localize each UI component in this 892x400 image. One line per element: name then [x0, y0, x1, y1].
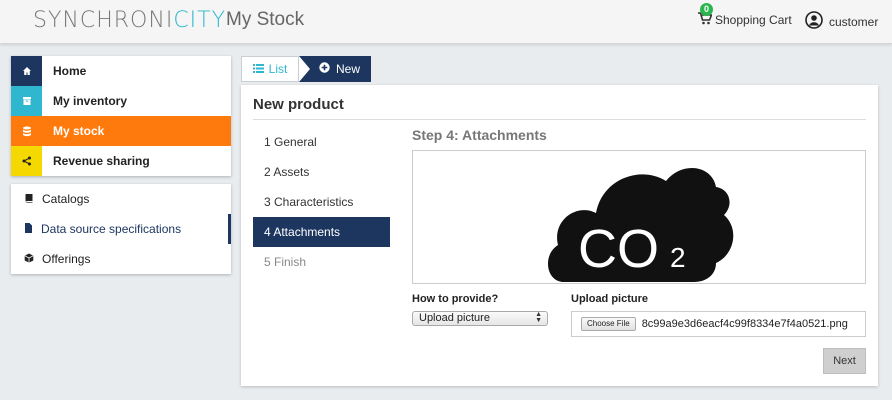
- step-assets[interactable]: 2 Assets: [253, 157, 390, 187]
- step-general[interactable]: 1 General: [253, 127, 390, 157]
- app-title: My Stock: [226, 9, 305, 30]
- home-icon: [11, 56, 42, 86]
- cart-label: Shopping Cart: [715, 13, 792, 27]
- sidebar-item-label: Revenue sharing: [53, 154, 150, 168]
- svg-text:2: 2: [670, 242, 686, 273]
- step-characteristics[interactable]: 3 Characteristics: [253, 187, 390, 217]
- plus-circle-icon: [319, 62, 330, 76]
- user-name: customer: [829, 14, 879, 29]
- shopping-cart-link[interactable]: Shopping Cart: [698, 12, 792, 28]
- new-product-panel: New product 1 General 2 Assets 3 Charact…: [241, 85, 878, 386]
- select-arrows-icon: ▲ ▼: [535, 311, 542, 324]
- tab-list[interactable]: List: [241, 56, 299, 82]
- provide-method-label: How to provide?: [412, 293, 499, 305]
- cart-count-badge: 0: [700, 3, 713, 16]
- next-button[interactable]: Next: [823, 348, 866, 374]
- sidebar-item-revenue-sharing[interactable]: Revenue sharing: [11, 146, 231, 176]
- upload-picture-label: Upload picture: [571, 293, 649, 305]
- sidebar-item-label: My inventory: [53, 94, 128, 108]
- tab-list-label: List: [268, 62, 288, 76]
- secondary-menu: Catalogs Data source specifications Offe…: [11, 184, 231, 274]
- archive-icon: [11, 86, 42, 116]
- step-attachments[interactable]: 4 Attachments: [253, 217, 390, 247]
- sidebar-item-my-inventory[interactable]: My inventory: [11, 86, 231, 116]
- provide-method-value: Upload picture: [419, 312, 490, 324]
- sidebar-item-data-source-specifications[interactable]: Data source specifications: [11, 214, 231, 244]
- choose-file-button[interactable]: Choose File: [581, 317, 636, 331]
- sidebar-item-offerings[interactable]: Offerings: [11, 244, 231, 274]
- sidebar-item-label: Catalogs: [42, 192, 90, 206]
- title-divider: [253, 119, 866, 120]
- wizard-steps: 1 General 2 Assets 3 Characteristics 4 A…: [253, 127, 390, 277]
- sidebar-item-home[interactable]: Home: [11, 56, 231, 86]
- sidebar-item-my-stock[interactable]: My stock: [11, 116, 231, 146]
- list-icon: [252, 62, 264, 76]
- file-icon: [24, 222, 33, 236]
- step-heading: Step 4: Attachments: [412, 127, 547, 143]
- page-title: New product: [253, 96, 344, 113]
- share-icon: [11, 146, 42, 176]
- selected-file-name: 8c99a9e3d6eacf4c99f8334e7f4a0521.png: [641, 318, 848, 330]
- tab-new[interactable]: New: [299, 56, 371, 82]
- provide-method-select[interactable]: Upload picture ▲ ▼: [412, 311, 548, 326]
- svg-text:CO: CO: [578, 219, 659, 279]
- picture-preview: CO 2: [412, 150, 866, 284]
- synchronicity-logo[interactable]: SYNCHRONICITY: [33, 8, 226, 33]
- sidebar-item-catalogs[interactable]: Catalogs: [11, 184, 231, 214]
- top-navbar: SYNCHRONICITY My Stock Shopping Cart 0 c…: [0, 0, 892, 44]
- cube-icon: [24, 252, 34, 266]
- sidebar-item-label: My stock: [53, 124, 105, 138]
- co2-cloud-image: CO 2: [547, 168, 734, 282]
- database-icon: [11, 116, 42, 146]
- view-tabs: List New: [241, 56, 371, 82]
- book-icon: [24, 192, 34, 206]
- user-icon: [805, 11, 823, 32]
- step-finish[interactable]: 5 Finish: [253, 247, 390, 277]
- primary-menu: Home My inventory My stock Revenue shari…: [11, 56, 231, 176]
- sidebar-item-label: Data source specifications: [41, 222, 182, 236]
- tab-new-label: New: [336, 62, 361, 76]
- upload-picture-field: Choose File 8c99a9e3d6eacf4c99f8334e7f4a…: [571, 311, 866, 337]
- sidebar-item-label: Offerings: [42, 252, 91, 266]
- user-menu[interactable]: customer: [805, 11, 878, 32]
- sidebar-item-label: Home: [53, 64, 87, 78]
